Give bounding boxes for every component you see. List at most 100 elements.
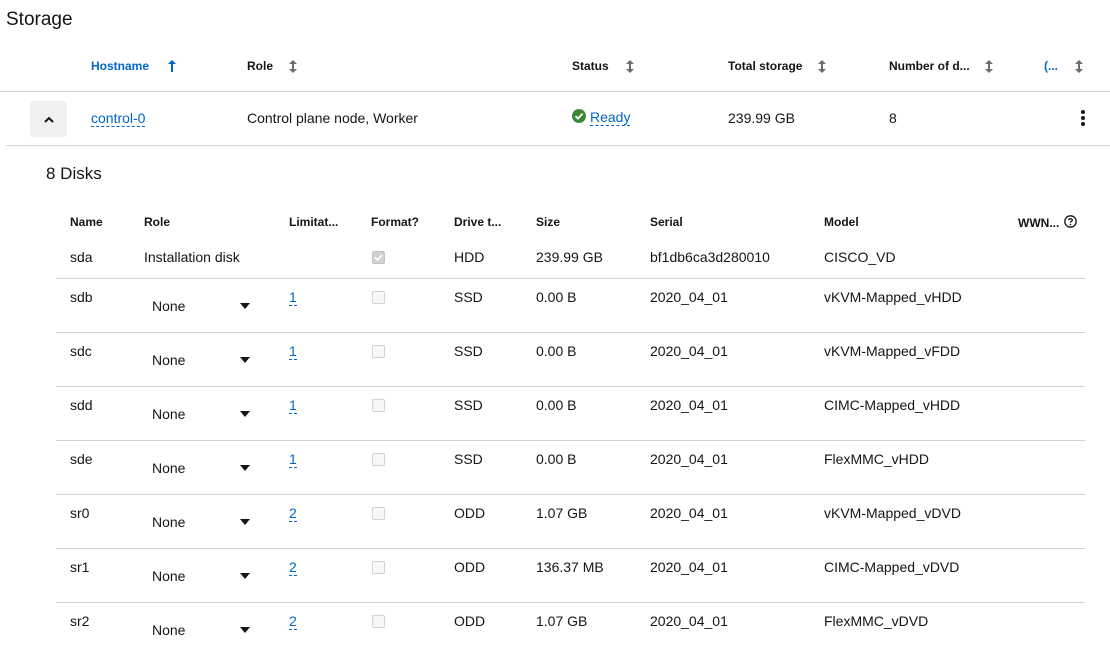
disk-model: CIMC-Mapped_vDVD — [824, 559, 960, 575]
disk-column-name: Name — [70, 215, 103, 229]
column-header-status[interactable]: Status — [572, 59, 634, 73]
disk-model: vKVM-Mapped_vDVD — [824, 505, 961, 521]
disk-name: sdb — [70, 289, 93, 305]
caret-down-icon — [240, 357, 250, 363]
disk-model: vKVM-Mapped_vHDD — [824, 289, 962, 305]
disk-row: sr0 None 2 ODD 1.07 GB 2020_04_01 vKVM-M… — [56, 495, 1085, 549]
disk-column-model: Model — [824, 215, 859, 229]
disk-name: sdd — [70, 397, 93, 413]
format-checkbox — [372, 399, 385, 412]
disk-row: sr1 None 2 ODD 136.37 MB 2020_04_01 CIMC… — [56, 549, 1085, 603]
disk-row: sdd None 1 SSD 0.00 B 2020_04_01 CIMC-Ma… — [56, 387, 1085, 441]
disk-row: sdb None 1 SSD 0.00 B 2020_04_01 vKVM-Ma… — [56, 279, 1085, 333]
format-checkbox — [372, 453, 385, 466]
disk-drive-type: ODD — [454, 505, 486, 521]
total-storage-cell: 239.99 GB — [728, 110, 795, 126]
disk-size: 0.00 B — [536, 397, 577, 413]
limitations-cell: 2 — [289, 505, 297, 522]
question-circle-icon[interactable] — [1064, 215, 1078, 231]
limitations-link[interactable]: 1 — [289, 343, 297, 360]
sort-updown-icon — [625, 59, 635, 73]
format-checkbox — [372, 291, 385, 304]
format-checkbox — [372, 507, 385, 520]
disks-section-title: 8 Disks — [46, 164, 102, 183]
disk-size: 0.00 B — [536, 343, 577, 359]
disk-serial: 2020_04_01 — [650, 397, 728, 413]
disk-serial: 2020_04_01 — [650, 505, 728, 521]
disk-size: 0.00 B — [536, 289, 577, 305]
kebab-icon[interactable] — [1076, 108, 1090, 128]
limitations-link[interactable]: 2 — [289, 613, 297, 630]
disk-drive-type: SSD — [454, 289, 483, 305]
sort-updown-icon — [1074, 59, 1084, 73]
sort-updown-icon — [288, 59, 298, 73]
limitations-link[interactable]: 1 — [289, 397, 297, 414]
disk-role-select[interactable]: None — [144, 452, 256, 482]
disk-role-text: Installation disk — [144, 249, 240, 265]
hostname-link[interactable]: control-0 — [91, 110, 146, 127]
disk-role-select[interactable]: None — [144, 614, 256, 644]
expand-toggle-button[interactable] — [30, 101, 67, 137]
limitations-link[interactable]: 1 — [289, 451, 297, 468]
limitations-cell: 1 — [289, 451, 297, 468]
disk-size: 136.37 MB — [536, 559, 604, 575]
disk-role-select[interactable]: None — [144, 560, 256, 590]
host-row: control-0 Control plane node, Worker Rea… — [6, 92, 1110, 146]
column-header-truncated[interactable]: (... — [1044, 59, 1083, 73]
disk-role-select[interactable]: None — [144, 290, 256, 320]
disk-name: sr2 — [70, 613, 90, 629]
column-header-hostname[interactable]: Hostname — [91, 59, 176, 73]
host-status-cell: Ready — [572, 109, 631, 126]
disk-size: 0.00 B — [536, 451, 577, 467]
disk-drive-type: SSD — [454, 397, 483, 413]
format-checkbox — [372, 615, 385, 628]
limitations-link[interactable]: 2 — [289, 559, 297, 576]
disk-role-select[interactable]: None — [144, 398, 256, 428]
disk-column-format: Format? — [371, 215, 419, 229]
limitations-cell: 1 — [289, 343, 297, 360]
disk-name: sr1 — [70, 559, 90, 575]
limitations-cell: 2 — [289, 613, 297, 630]
disk-model: CIMC-Mapped_vHDD — [824, 397, 961, 413]
arrow-up-icon — [167, 59, 177, 73]
disk-column-wwn: WWN... — [1018, 215, 1078, 231]
disk-size: 1.07 GB — [536, 613, 588, 629]
host-role-cell: Control plane node, Worker — [247, 110, 418, 126]
limitations-link[interactable]: 2 — [289, 505, 297, 522]
hosts-table-header: Hostname Role Status Total storage Numbe… — [0, 40, 1110, 92]
disk-model: CISCO_VD — [824, 249, 896, 265]
disk-row: sda Installation disk HDD 239.99 GB bf1d… — [56, 239, 1085, 279]
format-checkbox — [372, 561, 385, 574]
disk-serial: 2020_04_01 — [650, 343, 728, 359]
caret-down-icon — [240, 519, 250, 525]
column-header-number-of-disks[interactable]: Number of d... — [889, 59, 993, 73]
limitations-cell: 2 — [289, 559, 297, 576]
disk-row: sr2 None 2 ODD 1.07 GB 2020_04_01 FlexMM… — [56, 603, 1085, 654]
sort-updown-icon — [984, 59, 994, 73]
disk-role-select[interactable]: None — [144, 506, 256, 536]
caret-down-icon — [240, 411, 250, 417]
disk-drive-type: SSD — [454, 451, 483, 467]
disk-column-drive-type: Drive t... — [454, 215, 502, 229]
disk-model: FlexMMC_vDVD — [824, 613, 929, 629]
disk-name: sdc — [70, 343, 92, 359]
disk-serial: 2020_04_01 — [650, 559, 728, 575]
limitations-cell: 1 — [289, 289, 297, 306]
disk-drive-type: SSD — [454, 343, 483, 359]
format-checkbox — [372, 251, 385, 264]
limitations-link[interactable]: 1 — [289, 289, 297, 306]
disk-serial: bf1db6ca3d280010 — [650, 249, 770, 265]
check-circle-icon — [572, 109, 586, 126]
disk-serial: 2020_04_01 — [650, 613, 728, 629]
column-header-total-storage[interactable]: Total storage — [728, 59, 826, 73]
disk-column-serial: Serial — [650, 215, 683, 229]
disk-name: sda — [70, 249, 93, 265]
status-link[interactable]: Ready — [590, 109, 631, 126]
column-header-role[interactable]: Role — [247, 59, 297, 73]
disks-table-header: Name Role Limitat... Format? Drive t... … — [56, 205, 1085, 239]
sort-updown-icon — [817, 59, 827, 73]
disk-role-select[interactable]: None — [144, 344, 256, 374]
disk-name: sde — [70, 451, 93, 467]
hostname-cell: control-0 — [91, 110, 146, 127]
disk-serial: 2020_04_01 — [650, 451, 728, 467]
